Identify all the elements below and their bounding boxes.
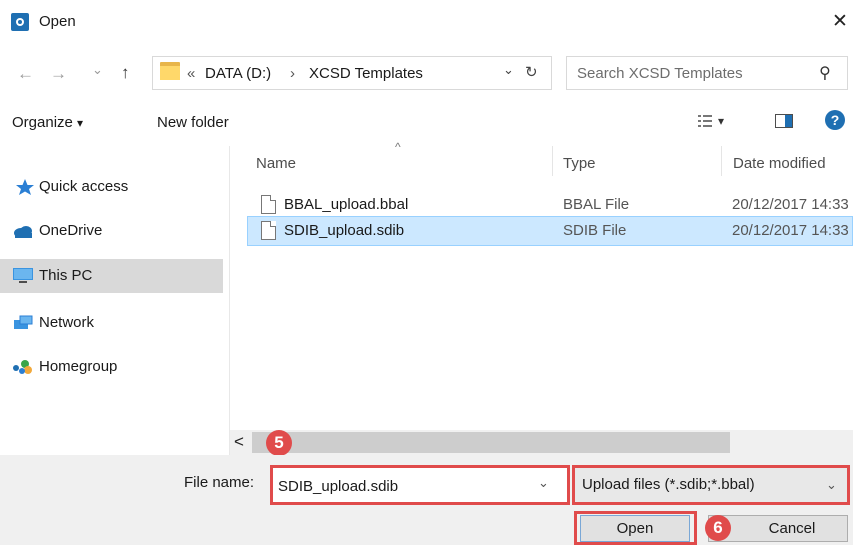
- file-date-modified: 20/12/2017 14:33: [732, 196, 849, 213]
- refresh-icon[interactable]: ↻: [525, 63, 538, 81]
- breadcrumb-item-folder[interactable]: XCSD Templates: [309, 65, 423, 82]
- help-icon[interactable]: ?: [825, 110, 845, 130]
- sidebar-item-this-pc[interactable]: This PC: [0, 259, 223, 293]
- view-chevron-down-icon[interactable]: ▾: [718, 114, 724, 128]
- sidebar-item-label: OneDrive: [39, 222, 103, 239]
- network-icon: [14, 315, 33, 329]
- file-type: SDIB File: [563, 222, 627, 239]
- homegroup-icon: [13, 360, 32, 374]
- file-type-dropdown-icon[interactable]: ⌄: [826, 477, 837, 493]
- sidebar-divider: [229, 146, 230, 455]
- preview-pane-icon[interactable]: [775, 114, 793, 128]
- new-folder-button[interactable]: New folder: [157, 114, 229, 131]
- file-name-dropdown-icon[interactable]: ⌄: [538, 475, 549, 491]
- file-row-sdib[interactable]: SDIB_upload.sdib SDIB File 20/12/2017 14…: [247, 216, 853, 246]
- search-icon[interactable]: ⚲: [819, 63, 831, 83]
- file-icon: [261, 195, 276, 214]
- breadcrumb-item-drive[interactable]: DATA (D:): [205, 65, 271, 82]
- scroll-left-icon[interactable]: <: [234, 432, 244, 452]
- sidebar-item-label: Network: [39, 314, 95, 331]
- breadcrumb-separator: ›: [290, 65, 295, 82]
- address-dropdown-icon[interactable]: ⌄: [503, 62, 514, 78]
- app-icon: [11, 13, 29, 31]
- step-6-badge: 6: [705, 515, 731, 541]
- sort-ascending-icon: ^: [395, 140, 401, 154]
- folder-icon: [160, 62, 180, 80]
- organize-button[interactable]: Organize ▾: [12, 114, 83, 131]
- window-title: Open: [39, 13, 76, 30]
- organize-label: Organize: [12, 114, 73, 131]
- column-header-date-modified[interactable]: Date modified: [733, 155, 826, 172]
- forward-arrow-icon[interactable]: →: [50, 64, 67, 84]
- search-placeholder: Search XCSD Templates: [577, 65, 743, 82]
- breadcrumb-overflow[interactable]: «: [187, 65, 195, 82]
- monitor-icon: [13, 268, 33, 283]
- view-options-icon[interactable]: [698, 114, 712, 128]
- column-separator[interactable]: [552, 146, 553, 176]
- column-header-name[interactable]: Name: [256, 155, 296, 172]
- sidebar-item-label: This PC: [39, 267, 93, 284]
- sidebar-item-homegroup[interactable]: Homegroup: [0, 350, 223, 384]
- open-button[interactable]: Open: [580, 515, 690, 542]
- chevron-down-icon: ▾: [77, 116, 84, 130]
- file-type: BBAL File: [563, 196, 630, 213]
- star-icon: [16, 179, 34, 195]
- column-separator[interactable]: [721, 146, 722, 176]
- column-header-type[interactable]: Type: [563, 155, 596, 172]
- file-name: SDIB_upload.sdib: [284, 222, 405, 239]
- file-type-value: Upload files (*.sdib;*.bbal): [582, 476, 755, 493]
- cloud-icon: [14, 226, 32, 238]
- file-icon: [261, 221, 276, 240]
- close-button[interactable]: ✕: [832, 9, 853, 35]
- sidebar-item-label: Homegroup: [39, 358, 118, 375]
- file-name: BBAL_upload.bbal: [284, 196, 409, 213]
- step-5-badge: 5: [266, 430, 292, 456]
- sidebar-item-network[interactable]: Network: [0, 306, 223, 340]
- recent-locations-icon[interactable]: ⌄: [92, 62, 103, 78]
- file-name-value: SDIB_upload.sdib: [278, 478, 399, 495]
- file-date-modified: 20/12/2017 14:33: [732, 222, 849, 239]
- scrollbar-thumb[interactable]: [252, 432, 730, 453]
- back-arrow-icon[interactable]: ←: [17, 64, 34, 84]
- sidebar-item-label: Quick access: [39, 178, 129, 195]
- sidebar-item-quick-access[interactable]: Quick access: [0, 170, 223, 204]
- title-bar: [0, 0, 853, 46]
- up-arrow-icon[interactable]: ↑: [121, 63, 130, 83]
- sidebar-item-onedrive[interactable]: OneDrive: [0, 214, 223, 248]
- file-name-label: File name:: [184, 474, 255, 491]
